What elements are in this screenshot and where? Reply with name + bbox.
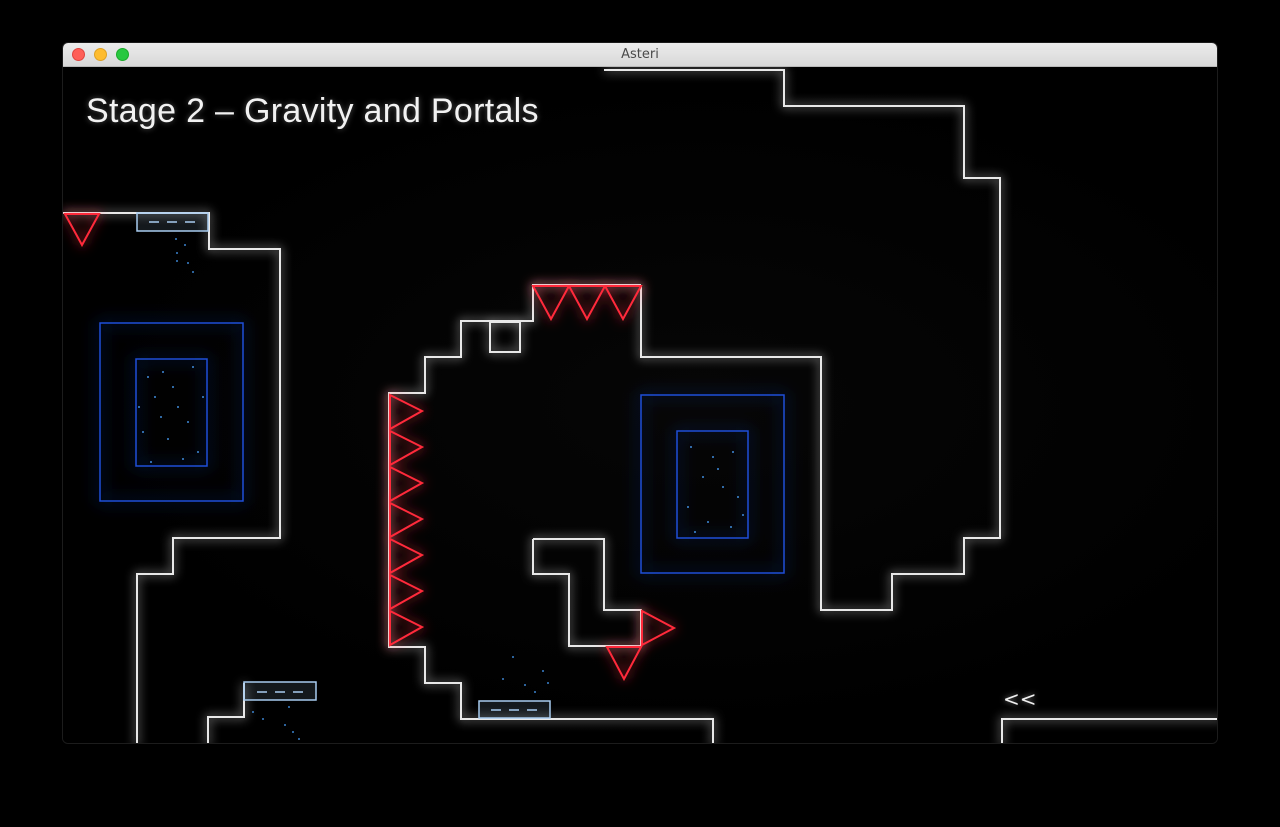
spike-ceiling-2 xyxy=(567,285,607,322)
game-viewport[interactable]: Stage 2 – Gravity and Portals << xyxy=(63,67,1217,743)
stage-title: Stage 2 – Gravity and Portals xyxy=(86,92,539,130)
wall-left xyxy=(63,212,281,743)
spike-ceiling-3 xyxy=(603,285,643,322)
wall-center xyxy=(388,284,714,743)
exit-indicator: << xyxy=(1003,687,1037,711)
game-window: Asteri Stage 2 – Gravity and Portals << xyxy=(63,43,1217,743)
level-canvas xyxy=(63,69,1217,743)
spikes xyxy=(63,213,677,682)
window-title: Asteri xyxy=(621,47,659,62)
portal-right-outer xyxy=(640,394,785,574)
wall-small-block xyxy=(489,321,521,353)
title-bar[interactable]: Asteri xyxy=(63,43,1217,67)
spike-right-point xyxy=(641,609,677,647)
wall-exit-ledge xyxy=(1001,718,1217,743)
spike-wall-6 xyxy=(389,573,425,611)
gravity-pad-bottom-left xyxy=(243,681,317,701)
gravity-pad-top-left xyxy=(136,212,209,232)
wall-bottom-left xyxy=(207,683,245,743)
portal-particles xyxy=(138,366,744,533)
spike-wall-2 xyxy=(389,429,425,467)
level-walls xyxy=(63,69,1217,743)
portals xyxy=(99,322,785,574)
portal-left-outer xyxy=(99,322,244,502)
spike-wall-4 xyxy=(389,501,425,539)
spike-down-point xyxy=(605,646,643,682)
gravity-pad-bottom-center xyxy=(478,700,551,719)
spike-top-left xyxy=(63,213,101,248)
spike-wall-1 xyxy=(389,393,425,431)
spike-wall-5 xyxy=(389,537,425,575)
portal-right-inner xyxy=(676,430,749,539)
wall-inner-L xyxy=(532,538,642,647)
spike-ceiling-1 xyxy=(531,285,571,322)
gravity-particles xyxy=(175,238,549,740)
wall-upper-right xyxy=(604,69,1001,611)
spike-wall-3 xyxy=(389,465,425,503)
portal-left-inner xyxy=(135,358,208,467)
spike-wall-7 xyxy=(389,609,425,647)
